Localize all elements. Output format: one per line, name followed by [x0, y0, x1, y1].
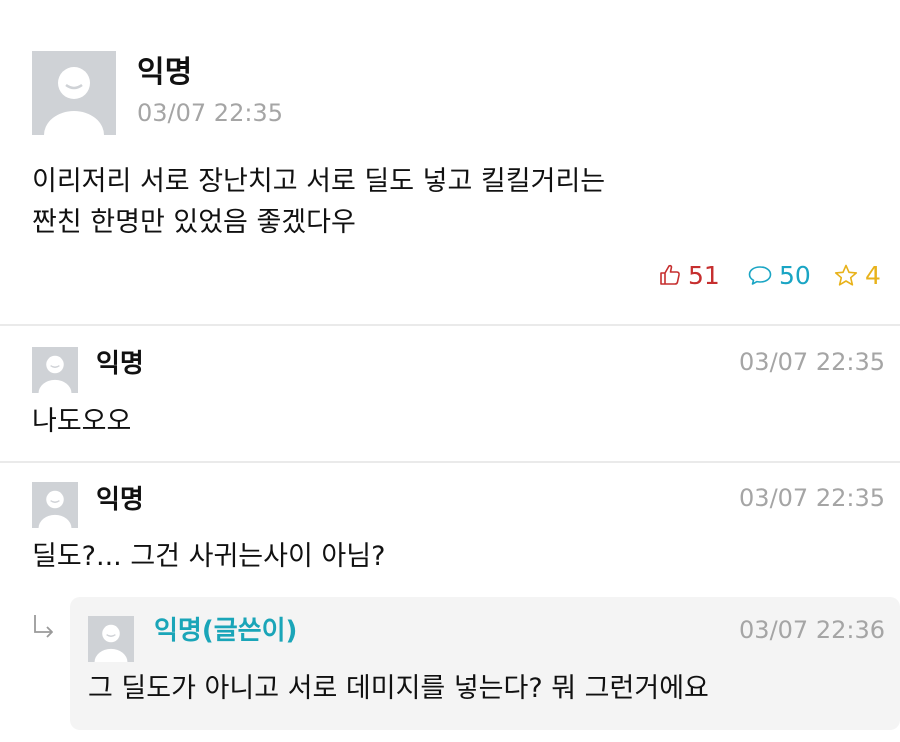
scrap-count-value: 4	[865, 260, 881, 290]
comment-text: 딜도?... 그건 사귀는사이 아님?	[32, 541, 386, 572]
thumbs-up-icon	[660, 264, 680, 285]
post-avatar	[32, 51, 116, 135]
comment-count-value: 50	[779, 260, 811, 290]
default-profile-icon	[94, 624, 128, 662]
default-profile-icon	[38, 490, 72, 528]
reply-arrow-icon	[30, 612, 60, 642]
reply-box: 익명(글쓴이) 03/07 22:36 그 딜도가 아니고 서로 데미지를 넣는…	[70, 597, 900, 730]
comment-time: 03/07 22:35	[739, 484, 885, 512]
reply-avatar	[88, 616, 134, 662]
default-profile-icon	[44, 67, 104, 135]
reply-author: 익명(글쓴이)	[154, 616, 298, 646]
comment-author: 익명	[96, 349, 144, 379]
speech-bubble-icon	[748, 266, 772, 285]
comment-author: 익명	[96, 485, 144, 515]
comment-time: 03/07 22:35	[739, 348, 885, 376]
post-author: 익명	[137, 55, 193, 90]
reply-time: 03/07 22:36	[739, 616, 885, 644]
default-profile-icon	[38, 355, 72, 393]
comment-count[interactable]: 50	[747, 258, 811, 292]
divider	[0, 461, 900, 463]
comment-avatar	[32, 482, 78, 528]
post-time: 03/07 22:35	[137, 99, 283, 127]
reply-text: 그 딜도가 아니고 서로 데미지를 넣는다? 뭐 그런거에요	[88, 673, 709, 704]
post-body-line-1: 이리저리 서로 장난치고 서로 딜도 넣고 킬킬거리는	[32, 166, 606, 197]
star-icon	[834, 264, 858, 286]
like-count-value: 51	[688, 260, 720, 290]
post-body-line-2: 짠친 한명만 있었음 좋겠다우	[32, 207, 356, 238]
comment-text: 나도오오	[32, 406, 132, 437]
comment-avatar	[32, 347, 78, 393]
divider	[0, 324, 900, 326]
like-count[interactable]: 51	[658, 258, 720, 292]
scrap-count[interactable]: 4	[833, 258, 881, 292]
